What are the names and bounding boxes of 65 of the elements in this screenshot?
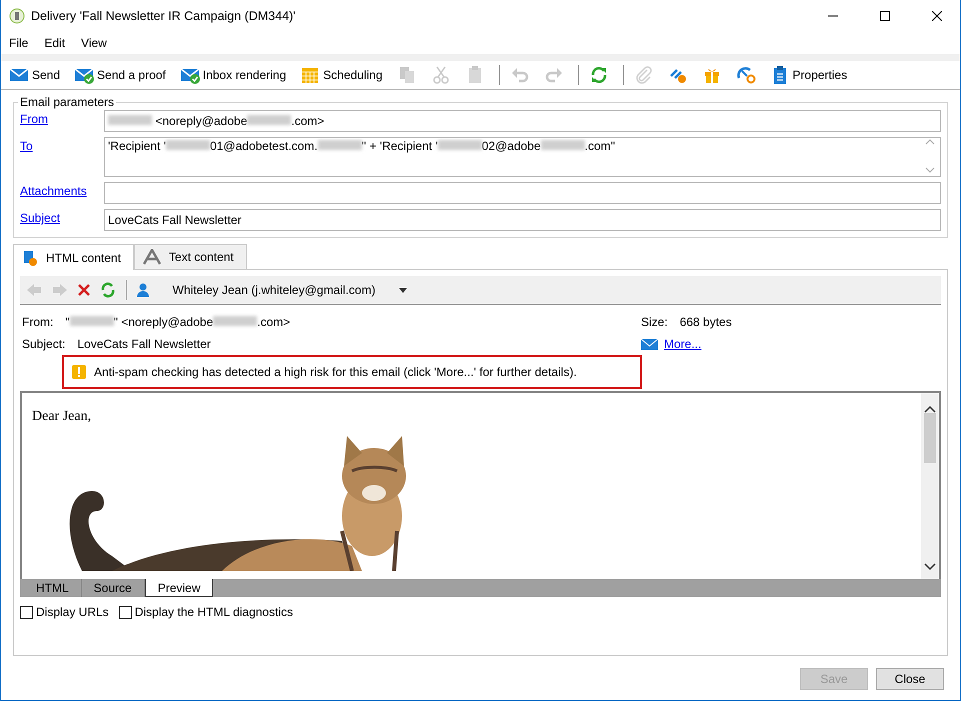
menu-item[interactable]: Edit <box>44 36 66 50</box>
redacted-text <box>318 140 362 150</box>
paperclip-icon <box>634 65 654 85</box>
refresh-icon[interactable] <box>100 282 116 298</box>
from-value: " " <noreply@adobe .com> <box>65 315 290 329</box>
gauge-icon <box>736 65 756 85</box>
caret-icon <box>398 288 407 292</box>
redacted-text <box>540 140 585 150</box>
back-icon[interactable] <box>26 283 42 297</box>
field-link[interactable]: To <box>20 137 104 153</box>
toolbar-button[interactable]: Scheduling <box>296 63 387 87</box>
toolbar-button[interactable]: Properties <box>766 63 852 87</box>
tab[interactable]: HTML content <box>13 244 134 270</box>
calendar-icon <box>300 65 320 85</box>
window-title: Delivery 'Fall Newsletter IR Campaign (DM344)' <box>31 9 297 23</box>
forward-icon[interactable] <box>52 283 68 297</box>
close-icon <box>932 11 942 21</box>
menu-item[interactable]: File <box>9 36 28 50</box>
toolbar-button[interactable]: Inbox rendering <box>176 63 290 87</box>
input-field[interactable]: LoveCats Fall Newsletter <box>104 209 941 231</box>
font-icon <box>142 249 161 265</box>
from-label: From: <box>22 315 54 329</box>
redacted-text <box>108 115 152 125</box>
document-icon <box>22 250 38 266</box>
field-link[interactable]: Subject <box>20 209 104 225</box>
checkbox-label: Display the HTML diagnostics <box>134 605 293 619</box>
cut-icon <box>430 65 451 85</box>
app-icon <box>9 8 25 24</box>
person-icon <box>137 283 149 297</box>
redacted-text <box>70 316 114 326</box>
recipient-dropdown[interactable]: Whiteley Jean (j.whiteley@gmail.com) <box>137 283 407 297</box>
tab[interactable]: HTML <box>24 579 82 597</box>
more-link[interactable]: More... <box>664 337 702 351</box>
tab[interactable]: Text content <box>134 244 247 269</box>
greeting-text: Dear Jean, <box>31 408 92 426</box>
envelope-icon <box>641 338 658 350</box>
toolbar-button[interactable]: Send a proof <box>70 63 170 87</box>
subject-value: LoveCats Fall Newsletter <box>77 337 211 351</box>
checkbox[interactable] <box>20 606 33 618</box>
redo-icon <box>544 65 564 85</box>
redacted-text <box>213 316 258 326</box>
delete-icon[interactable] <box>78 284 90 296</box>
menu-item[interactable]: View <box>81 36 107 50</box>
field-link[interactable]: From <box>20 110 104 126</box>
redacted-text <box>438 140 482 150</box>
warning-text: Anti-spam checking has detected a high risk for this email (click 'More...' for further details). <box>94 365 577 379</box>
input-field[interactable]: 'Recipient ' 01@adobetest.com. '' + 'Recipient ' 02@adobe .com'' <box>104 137 941 177</box>
size-label: Size: <box>641 315 668 329</box>
maximize-icon <box>880 11 890 21</box>
size-value: 668 bytes <box>680 315 732 329</box>
subject-label: Subject: <box>22 337 66 351</box>
group-title: Email parameters <box>18 95 116 109</box>
tab[interactable]: Preview <box>144 579 214 597</box>
toolbar-button[interactable]: Send <box>5 63 64 87</box>
input-field[interactable] <box>104 182 941 204</box>
scroll-thumb[interactable] <box>924 413 936 463</box>
field-link[interactable]: Attachments <box>20 182 104 198</box>
input-field[interactable]: <noreply@adobe .com> <box>104 110 941 132</box>
checkbox[interactable] <box>118 606 132 618</box>
dialog-button[interactable]: Close <box>876 668 944 690</box>
checkbox-label: Display URLs <box>36 605 109 619</box>
redacted-text <box>247 115 292 125</box>
scrollbar[interactable] <box>921 393 939 579</box>
redacted-text <box>166 140 210 150</box>
warning-icon <box>72 365 86 379</box>
